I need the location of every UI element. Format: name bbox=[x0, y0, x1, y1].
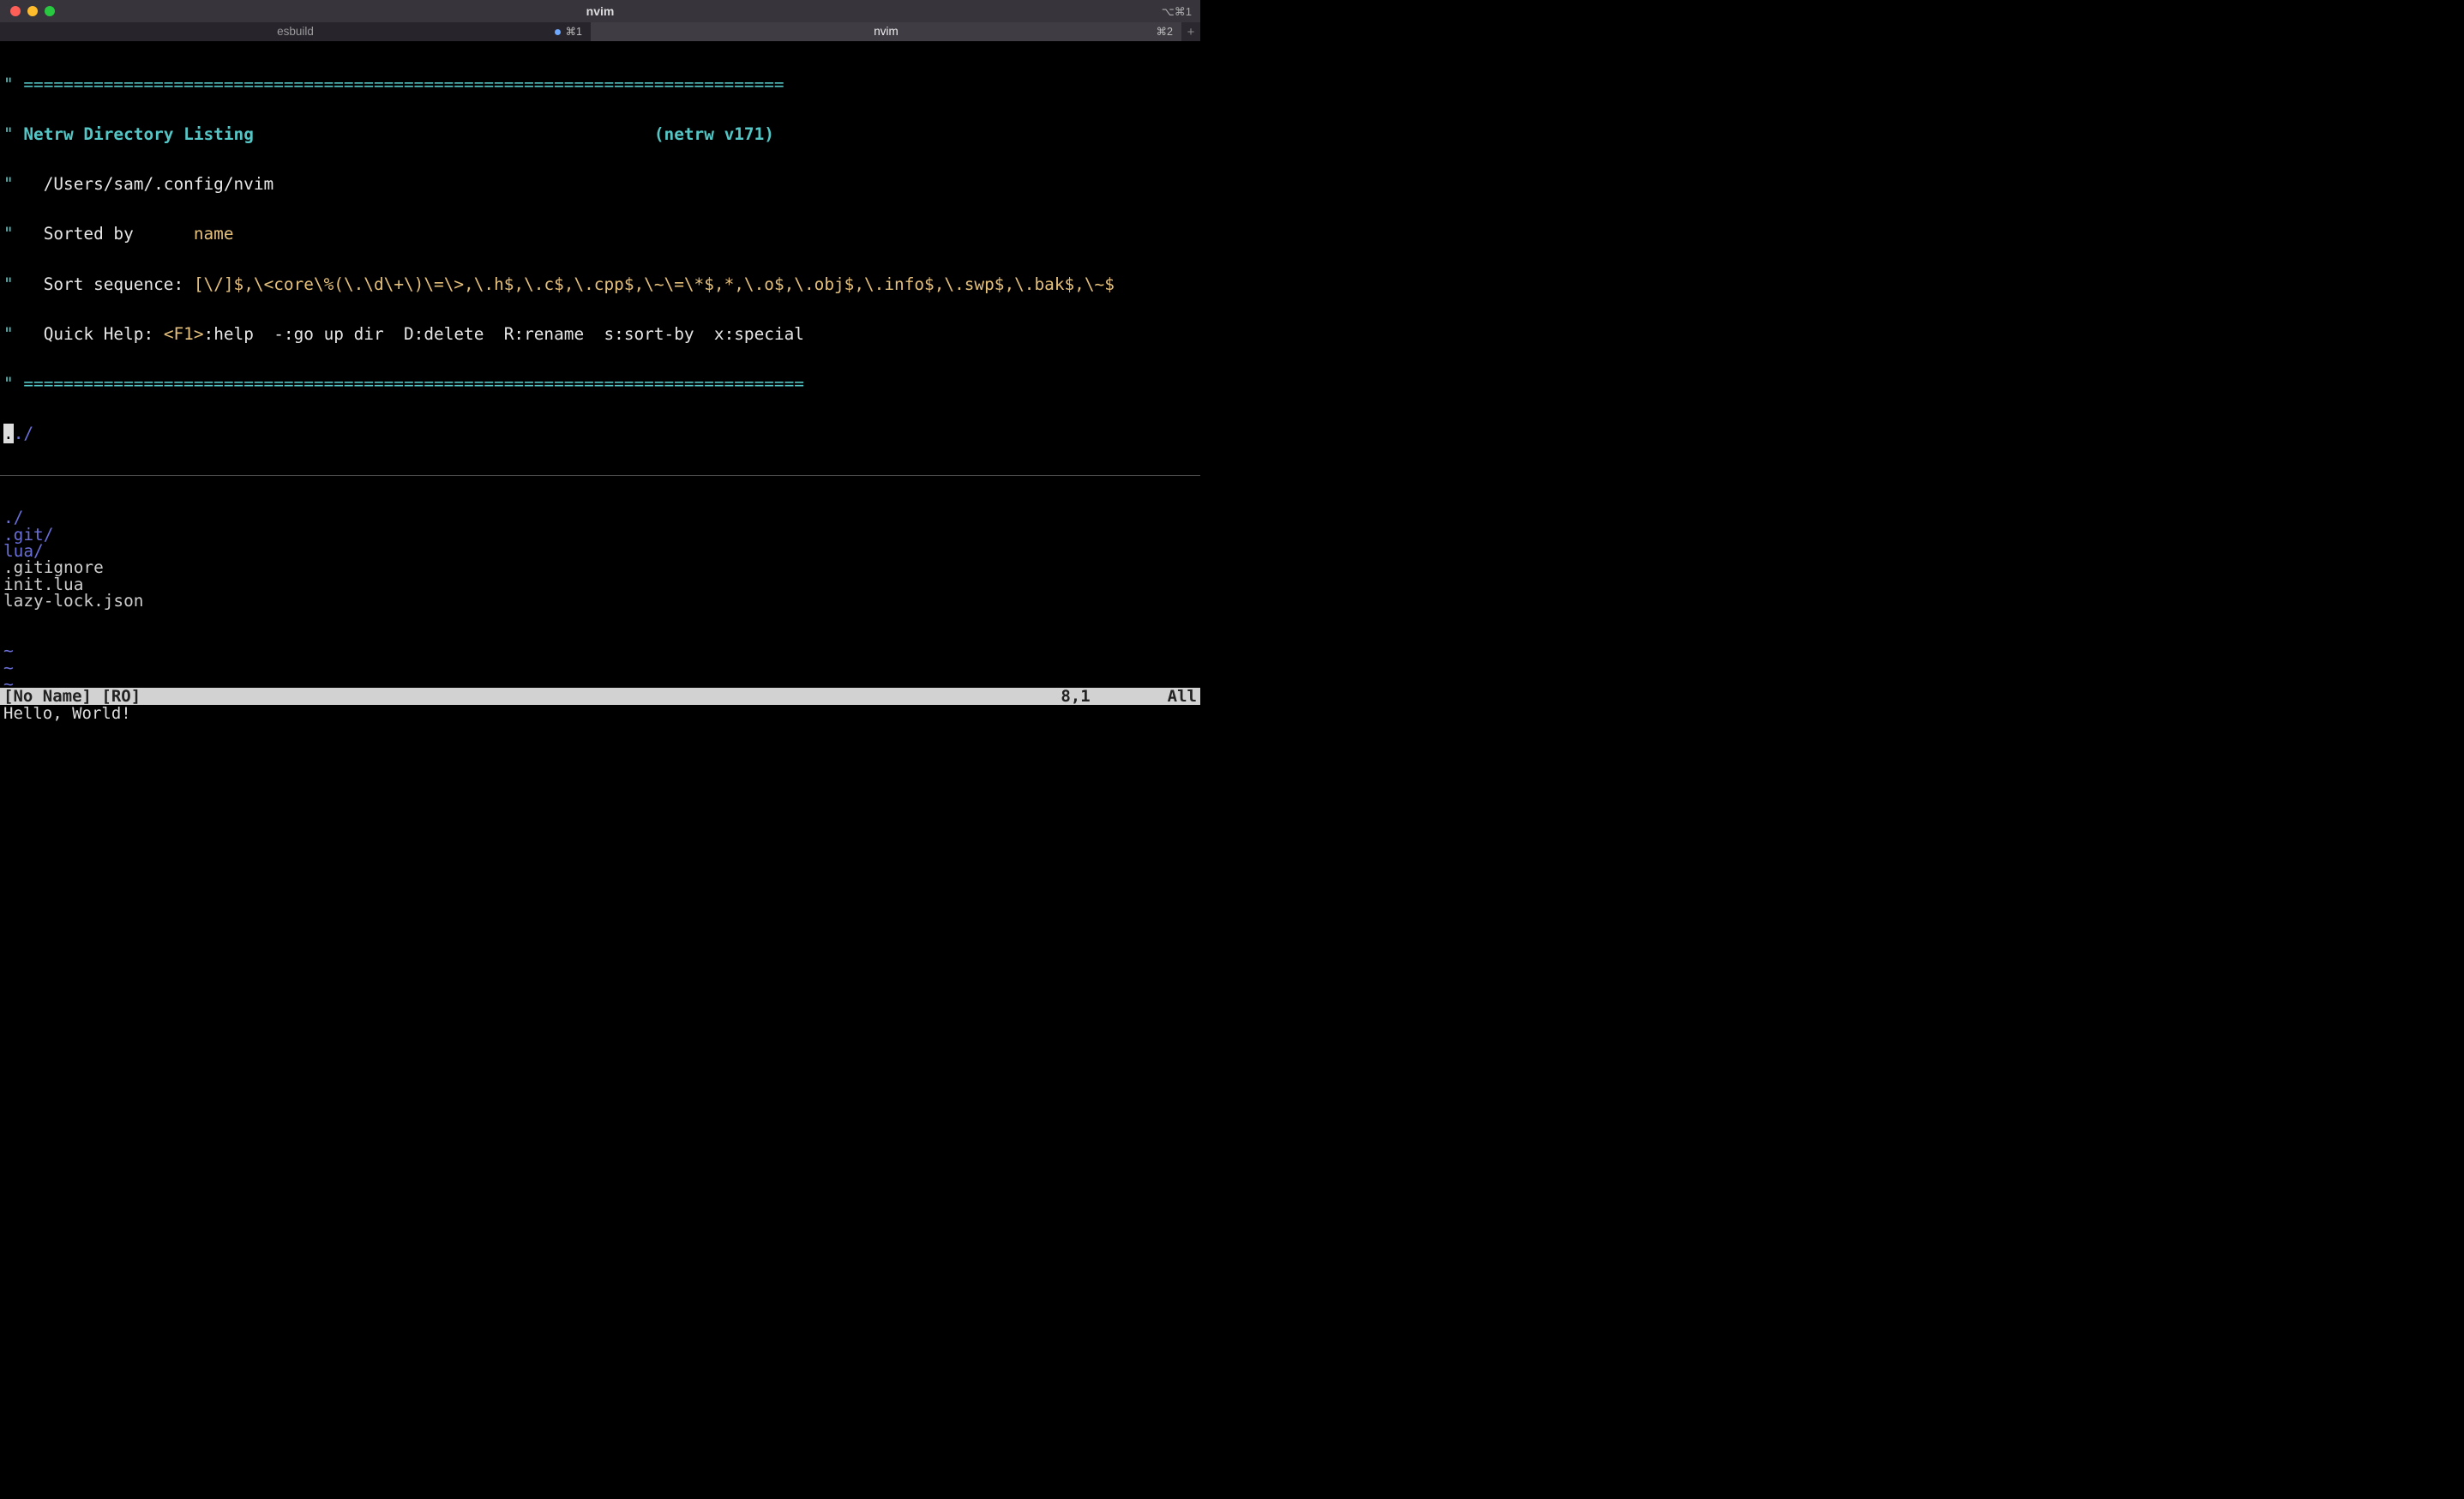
tab-nvim[interactable]: nvim ⌘2 bbox=[591, 22, 1181, 41]
window-title: nvim bbox=[586, 5, 615, 17]
netrw-sortedby-value: name bbox=[194, 224, 234, 244]
netrw-path: /Users/sam/.config/nvim bbox=[44, 174, 274, 194]
netrw-sortedby-label: Sorted by bbox=[44, 224, 134, 244]
netrw-entry[interactable]: .git/ bbox=[3, 527, 1197, 543]
terminal-window: nvim ⌥⌘1 esbuild ⌘1 nvim ⌘2 + " ========… bbox=[0, 0, 1200, 731]
status-percent: All bbox=[1168, 689, 1197, 705]
tab-shortcut: ⌘2 bbox=[1157, 27, 1173, 38]
empty-line: ~ bbox=[3, 659, 1197, 676]
tab-esbuild[interactable]: esbuild ⌘1 bbox=[0, 22, 591, 41]
netrw-file-list: ./.git/lua/.gitignoreinit.lualazy-lock.j… bbox=[3, 509, 1197, 609]
minimize-icon[interactable] bbox=[27, 6, 38, 16]
close-icon[interactable] bbox=[10, 6, 21, 16]
new-tab-button[interactable]: + bbox=[1181, 22, 1200, 41]
netrw-entry[interactable]: init.lua bbox=[3, 576, 1197, 593]
netrw-entry-parent[interactable]: ../ bbox=[3, 425, 1197, 442]
netrw-help-key: <F1> bbox=[164, 324, 204, 344]
netrw-sortseq-value: [\/]$,\<core\%(\.\d\+\)\=\>,\.h$,\.c$,\.… bbox=[194, 274, 1115, 294]
netrw-ruler: ========================================… bbox=[23, 75, 784, 94]
netrw-entry[interactable]: lua/ bbox=[3, 543, 1197, 559]
tab-label: nvim bbox=[874, 26, 898, 38]
plus-icon: + bbox=[1187, 26, 1195, 39]
netrw-help-label: Quick Help: bbox=[44, 324, 153, 344]
status-cursor-pos: 8,1 bbox=[1061, 689, 1090, 705]
tab-bar: esbuild ⌘1 nvim ⌘2 + bbox=[0, 22, 1200, 41]
netrw-sortseq-label: Sort sequence: bbox=[44, 274, 183, 294]
netrw-entry[interactable]: ./ bbox=[3, 509, 1197, 526]
command-line[interactable]: Hello, World! bbox=[0, 705, 1200, 722]
titlebar: nvim ⌥⌘1 bbox=[0, 0, 1200, 22]
status-line: [No Name] [RO] 8,1 All bbox=[0, 688, 1200, 705]
bottom-padding bbox=[0, 722, 1200, 731]
empty-lines: ~~~~~~~~~~~~~~~~~~~~~~~ bbox=[3, 642, 1197, 688]
maximize-icon[interactable] bbox=[45, 6, 55, 16]
netrw-version: (netrw v171) bbox=[654, 124, 774, 144]
modified-dot-icon bbox=[555, 29, 561, 35]
netrw-entry[interactable]: .gitignore bbox=[3, 559, 1197, 575]
netrw-title: Netrw Directory Listing bbox=[23, 124, 254, 144]
window-separator bbox=[0, 475, 1200, 476]
window-controls bbox=[0, 6, 55, 16]
tab-shortcut: ⌘1 bbox=[555, 27, 582, 38]
terminal-viewport[interactable]: " ======================================… bbox=[0, 41, 1200, 688]
empty-line: ~ bbox=[3, 642, 1197, 659]
titlebar-shortcut: ⌥⌘1 bbox=[1162, 6, 1192, 17]
netrw-help-rest: :help -:go up dir D:delete R:rename s:so… bbox=[204, 324, 804, 344]
tab-label: esbuild bbox=[277, 26, 314, 38]
netrw-ruler-bottom: ========================================… bbox=[23, 374, 804, 394]
netrw-entry[interactable]: lazy-lock.json bbox=[3, 593, 1197, 609]
empty-line: ~ bbox=[3, 676, 1197, 688]
message-text: Hello, World! bbox=[3, 706, 131, 722]
status-filename: [No Name] [RO] bbox=[3, 689, 141, 705]
